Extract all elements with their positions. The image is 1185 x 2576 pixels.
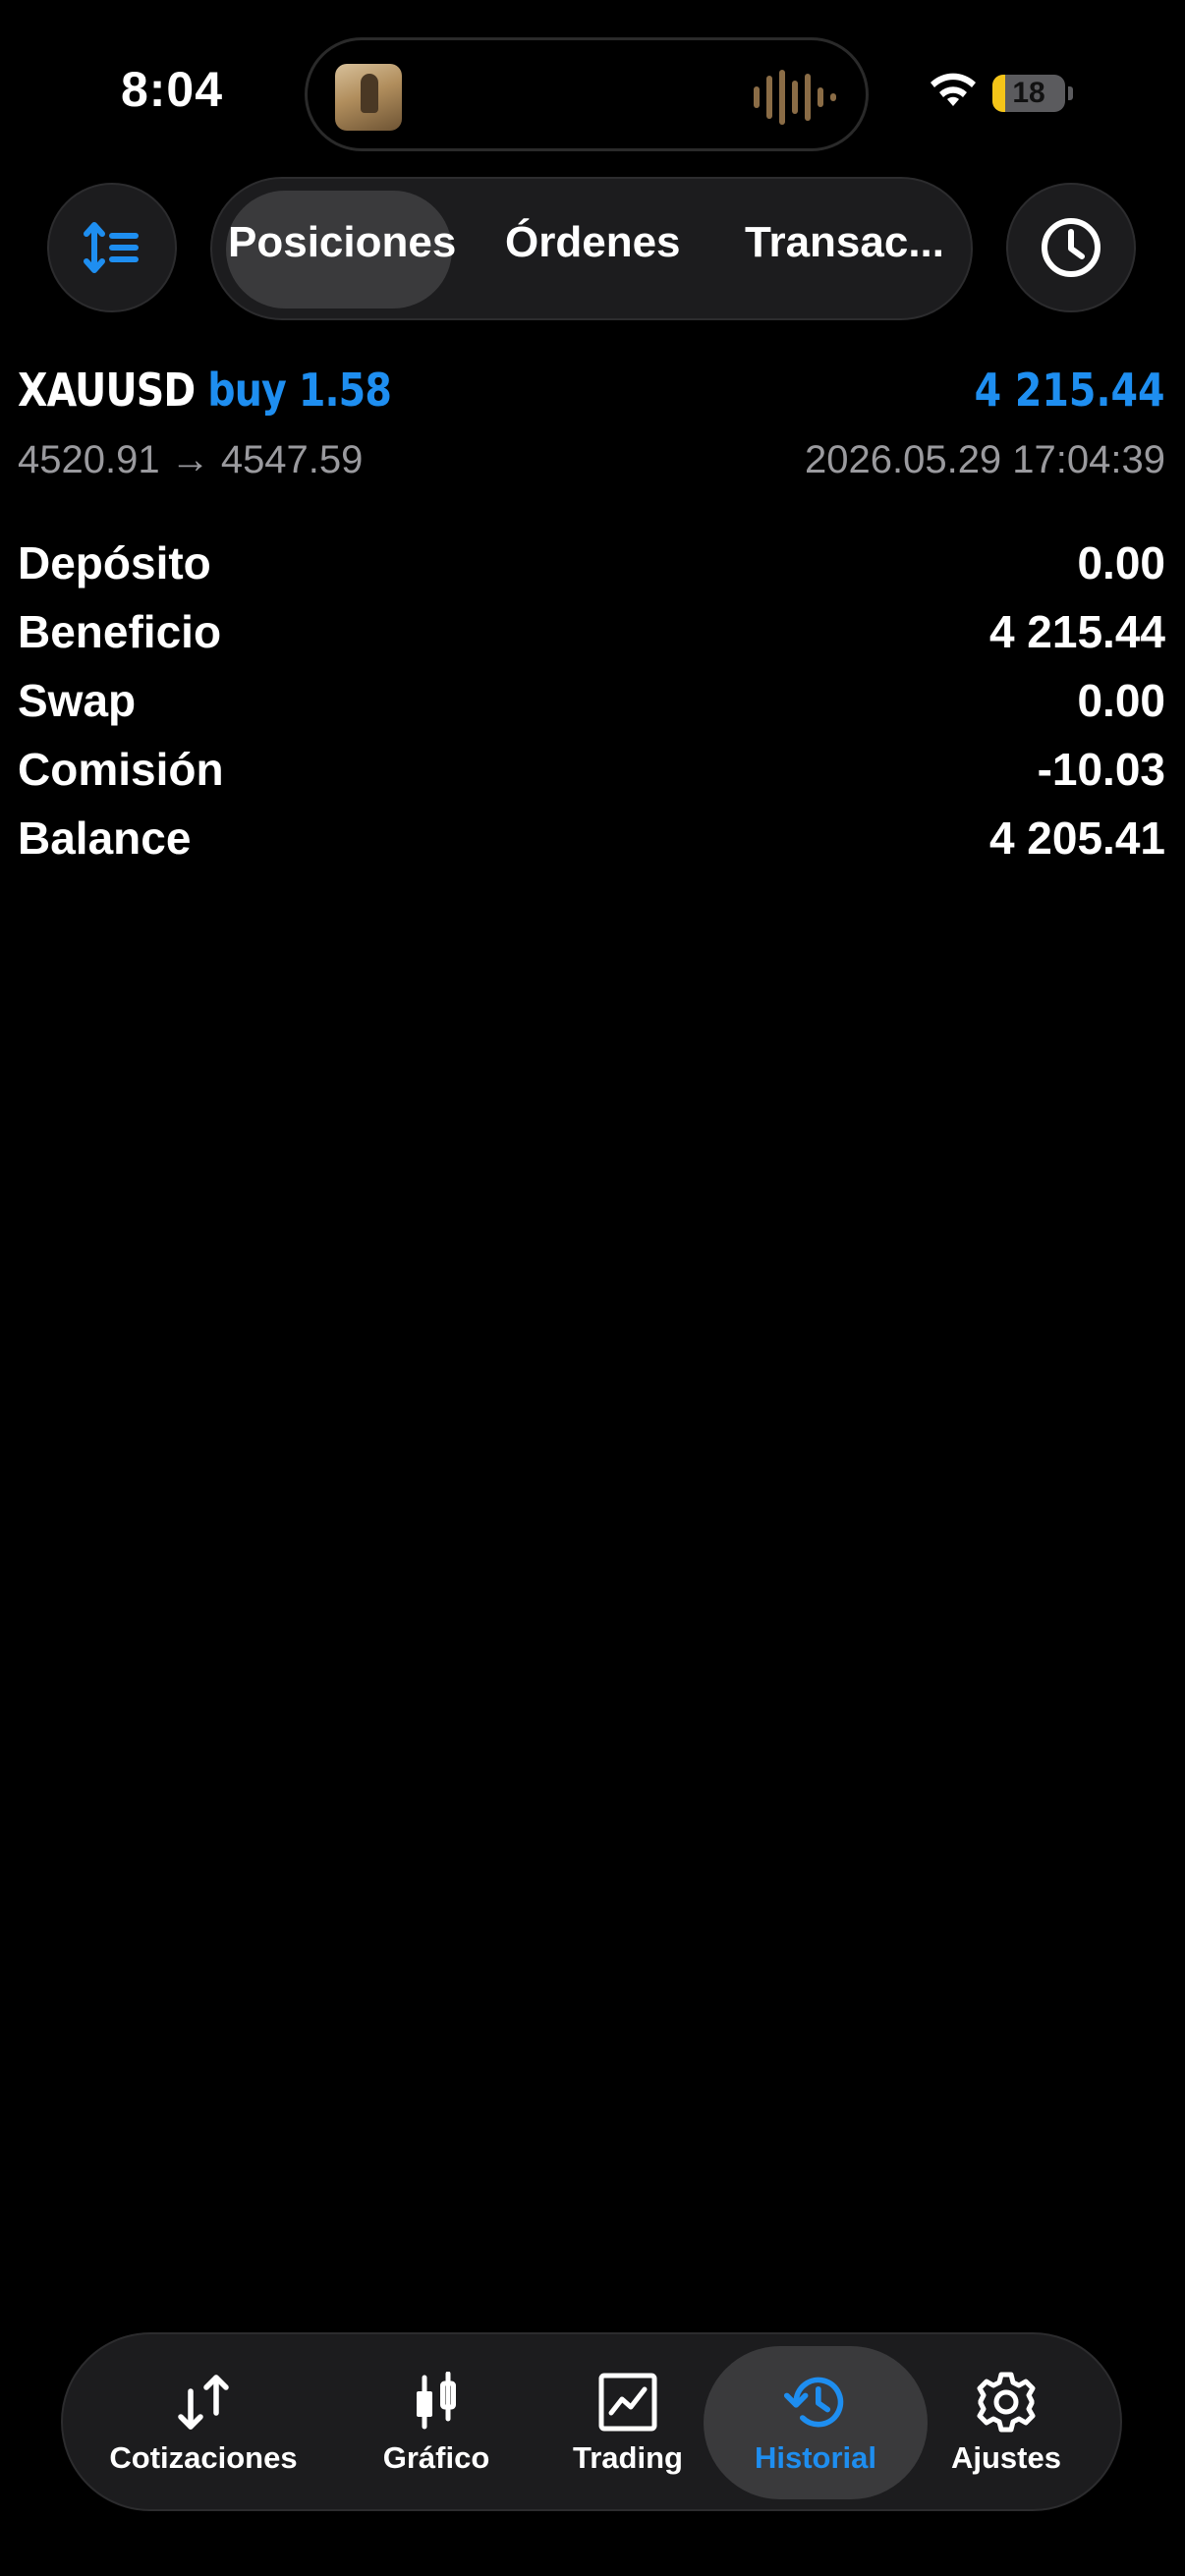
quotes-arrows-icon [178,2375,229,2430]
summary-label: Comisión [18,744,224,795]
summary-label: Swap [18,675,137,726]
deal-profit: 4 215.44 [975,364,1165,417]
nav-historial[interactable]: Historial [735,2370,896,2488]
nav-label: Ajustes [951,2440,1061,2475]
nav-label: Trading [573,2440,683,2475]
candlestick-icon [417,2372,456,2430]
clock-icon [1042,218,1100,277]
nav-label: Historial [754,2440,877,2475]
nav-trading[interactable]: Trading [564,2370,692,2488]
battery-icon: 18 [992,75,1065,112]
summary-label: Depósito [18,537,211,588]
summary-label: Balance [18,812,192,864]
deal-symbol: XAUUSD [18,364,196,417]
battery-level: 18 [1012,77,1045,109]
deal-time: 2026.05.29 17:04:39 [804,438,1165,481]
sort-list-icon [84,222,139,273]
period-button[interactable] [1006,183,1136,312]
deal-title: XAUUSD buy 1.58 [18,364,392,417]
summary-value: 4 205.41 [988,812,1165,864]
now-playing-artwork [335,64,402,131]
summary-label: Beneficio [18,606,222,657]
audio-waveform-icon [754,70,836,125]
history-segmented-control: Posiciones Órdenes Transac... [210,177,973,320]
summary-list: Depósito 0.00 Beneficio 4 215.44 Swap 0.… [18,529,1165,872]
nav-label: Cotizaciones [109,2440,298,2475]
nav-cotizaciones[interactable]: Cotizaciones [109,2370,298,2488]
summary-row-balance: Balance 4 205.41 [18,804,1165,872]
nav-grafico[interactable]: Gráfico [377,2370,495,2488]
gear-icon [977,2372,1036,2433]
nav-label: Gráfico [382,2440,490,2475]
deal-prices: 4520.91 → 4547.59 [18,438,364,481]
bottom-tab-bar: Cotizaciones Gráfico Trading Historial A… [61,2332,1122,2511]
summary-row-beneficio: Beneficio 4 215.44 [18,597,1165,666]
sort-button[interactable] [47,183,177,312]
trade-chart-icon [598,2373,657,2432]
battery-cap [1068,86,1073,100]
summary-row-comision: Comisión -10.03 [18,735,1165,804]
deal-side-volume: buy 1.58 [207,364,392,417]
nav-ajustes[interactable]: Ajustes [937,2370,1075,2488]
summary-row-swap: Swap 0.00 [18,666,1165,735]
summary-value: 0.00 [1077,537,1165,588]
dynamic-island[interactable] [305,37,869,151]
tab-transacciones[interactable]: Transac... [745,218,944,267]
summary-row-deposito: Depósito 0.00 [18,529,1165,597]
history-icon [783,2377,844,2428]
status-time: 8:04 [120,62,224,117]
summary-value: 4 215.44 [988,606,1165,657]
tab-posiciones[interactable]: Posiciones [228,218,456,267]
summary-value: -10.03 [1037,744,1165,795]
wifi-icon [931,73,976,106]
tab-ordenes[interactable]: Órdenes [505,218,681,267]
summary-value: 0.00 [1077,675,1165,726]
